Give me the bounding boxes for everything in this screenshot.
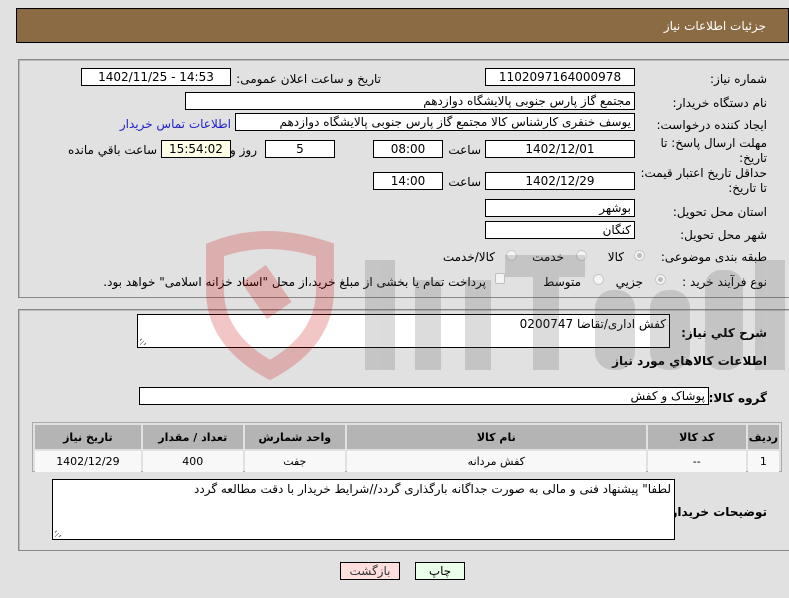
goods-group-label: گروه کالا: <box>708 391 767 405</box>
purchase-option-minor: جزیي <box>615 275 643 289</box>
cell-item-name: کفش مردانه <box>346 451 646 472</box>
reply-time-label: ساعت <box>448 143 481 157</box>
col-unit: واحد شمارش <box>244 425 345 449</box>
resize-grip-icon[interactable] <box>140 337 148 345</box>
print-button[interactable]: چاپ <box>415 562 465 580</box>
table-row: 1 -- کفش مردانه جفت 400 1402/12/29 <box>35 451 779 472</box>
treasury-checkbox-label: پرداخت تمام یا بخشی از مبلغ خرید،از محل … <box>103 275 486 289</box>
creator-label: ایجاد کننده درخواست: <box>656 118 767 132</box>
price-time-label: ساعت <box>448 175 481 189</box>
resize-grip-icon[interactable] <box>55 529 63 537</box>
page-title: جزئیات اطلاعات نیاز <box>663 19 766 33</box>
col-quantity: تعداد / مقدار <box>142 425 243 449</box>
category-radio-goods[interactable] <box>634 250 645 261</box>
description-text: کفش اداری/تقاضا 0200747 <box>519 317 666 331</box>
province-label: استان محل تحویل: <box>672 205 767 219</box>
buyer-org-label: نام دستگاه خریدار: <box>672 96 768 110</box>
cell-row-number: 1 <box>747 451 779 472</box>
category-option-service: خدمت <box>532 250 564 264</box>
items-heading: اطلاعات کالاهاي مورد نیاز <box>612 354 767 368</box>
description-label: شرح کلي نیاز: <box>681 326 767 340</box>
col-item-name: نام کالا <box>346 425 646 449</box>
city-field[interactable]: کنگان <box>485 221 635 239</box>
reply-date-field[interactable]: 1402/12/01 <box>485 140 635 158</box>
goods-group-field[interactable]: پوشاک و کفش <box>139 387 709 405</box>
announce-datetime-field[interactable]: 1402/11/25 - 14:53 <box>81 68 231 86</box>
province-field[interactable]: بوشهر <box>485 199 635 217</box>
description-textarea[interactable]: کفش اداری/تقاضا 0200747 <box>137 314 670 348</box>
need-number-field[interactable]: 1102097164000978 <box>485 68 635 86</box>
purchase-type-label: نوع فرآیند خرید : <box>682 275 767 289</box>
col-row-number: ردیف <box>747 425 779 449</box>
days-label: روز و <box>230 143 257 157</box>
buyer-notes-text: لطفا" پیشنهاد فنی و مالی به صورت جداگانه… <box>194 482 671 496</box>
category-option-goods: کالا <box>607 250 624 264</box>
category-label: طبقه بندی موضوعی: <box>660 250 767 264</box>
purchase-radio-minor[interactable] <box>655 274 666 285</box>
reply-deadline-label: مهلت ارسال پاسخ: تا تاریخ: <box>660 136 767 165</box>
days-remaining-field[interactable]: 5 <box>265 140 335 158</box>
announce-label: تاریخ و ساعت اعلان عمومی: <box>236 72 381 86</box>
col-need-date: تاریخ نیاز <box>35 425 141 449</box>
category-option-goods-service: کالا/خدمت <box>442 250 495 264</box>
cell-need-date: 1402/12/29 <box>35 451 141 472</box>
category-radio-goods-service[interactable] <box>506 250 517 261</box>
purchase-option-medium: متوسط <box>543 275 581 289</box>
cell-item-code: -- <box>647 451 746 472</box>
items-table-container: ردیف کد کالا نام کالا واحد شمارش تعداد /… <box>32 422 782 472</box>
purchase-radio-medium[interactable] <box>593 274 604 285</box>
remaining-time-field[interactable]: 15:54:02 <box>161 140 231 158</box>
treasury-checkbox[interactable] <box>495 273 505 284</box>
reply-time-field[interactable]: 08:00 <box>373 140 443 158</box>
price-validity-label: حداقل تاریخ اعتبار قیمت: تا تاریخ: <box>640 166 767 195</box>
cell-quantity: 400 <box>142 451 243 472</box>
creator-field[interactable]: یوسف خنفری کارشناس کالا مجتمع گاز پارس ج… <box>235 113 635 131</box>
need-number-label: شماره نیاز: <box>710 72 767 86</box>
back-button[interactable]: بازگشت <box>340 562 400 580</box>
items-table: ردیف کد کالا نام کالا واحد شمارش تعداد /… <box>33 423 781 474</box>
price-time-field[interactable]: 14:00 <box>373 172 443 190</box>
remaining-time-label: ساعت باقي مانده <box>67 143 157 157</box>
buyer-notes-label: توضیحات خریدار: <box>665 505 767 519</box>
price-date-field[interactable]: 1402/12/29 <box>485 172 635 190</box>
table-header-row: ردیف کد کالا نام کالا واحد شمارش تعداد /… <box>35 425 779 449</box>
cell-unit: جفت <box>244 451 345 472</box>
buyer-contact-link[interactable]: اطلاعات تماس خریدار <box>120 117 231 131</box>
col-item-code: کد کالا <box>647 425 746 449</box>
buyer-notes-textarea[interactable]: لطفا" پیشنهاد فنی و مالی به صورت جداگانه… <box>52 479 675 540</box>
city-label: شهر محل تحویل: <box>680 228 767 242</box>
page-header: جزئیات اطلاعات نیاز <box>16 8 789 43</box>
category-radio-service[interactable] <box>576 250 587 261</box>
buyer-org-field[interactable]: مجتمع گاز پارس جنوبی پالایشگاه دوازدهم <box>185 92 635 110</box>
